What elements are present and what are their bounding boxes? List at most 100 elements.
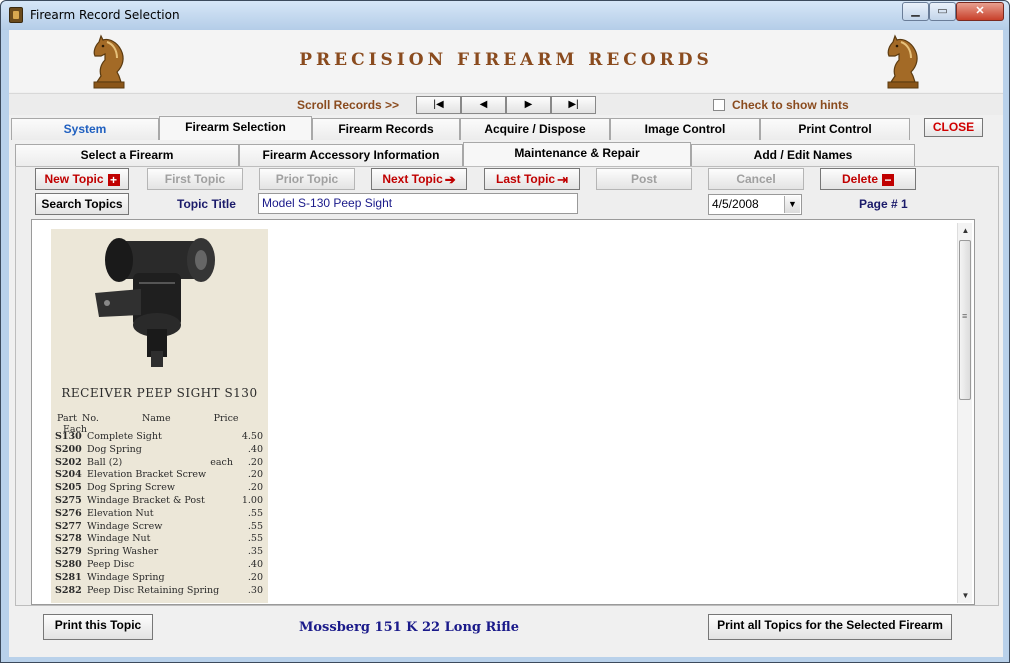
search-topics-button[interactable]: Search Topics: [35, 193, 129, 215]
catalog-row: S280 Peep Disc .40: [55, 559, 263, 571]
catalog-part-number: S280: [55, 559, 82, 570]
delete-button[interactable]: Delete −: [820, 168, 916, 190]
catalog-part-price: .40: [247, 559, 263, 570]
catalog-row: S200 Dog Spring .40: [55, 444, 263, 456]
plus-icon: +: [107, 173, 120, 186]
catalog-part-price: .20: [247, 482, 263, 494]
catalog-part-number: S277: [55, 520, 82, 532]
print-topic-button[interactable]: Print this Topic: [43, 614, 153, 640]
catalog-row: S279 Spring Washer .35: [55, 546, 263, 558]
show-hints-label: Check to show hints: [732, 98, 849, 112]
catalog-row: S202 Ball (2) each .20: [55, 457, 263, 469]
catalog-part-price: 4.50: [241, 431, 263, 442]
title-bar: Firearm Record Selection ▁ ▭ ✕: [1, 1, 1009, 30]
date-select[interactable]: 4/5/2008 ▼: [708, 194, 802, 215]
tab-print-control[interactable]: Print Control: [760, 118, 910, 140]
arrow-to-end-icon: ⇥: [557, 171, 569, 187]
catalog-part-name: Peep Disc: [87, 559, 135, 570]
tab-acquire-dispose[interactable]: Acquire / Dispose: [460, 118, 610, 140]
new-topic-button[interactable]: New Topic +: [35, 168, 129, 190]
catalog-part-name: Windage Nut: [87, 533, 151, 545]
new-topic-label: New Topic: [44, 172, 104, 186]
minus-icon: −: [882, 173, 895, 186]
catalog-row: S282 Peep Disc Retaining Spring .30: [55, 585, 263, 597]
last-topic-button[interactable]: Last Topic ⇥: [484, 168, 580, 190]
catalog-part-name: Dog Spring Screw: [87, 482, 175, 494]
tab-system[interactable]: System: [11, 118, 159, 140]
catalog-part-price: .55: [247, 507, 263, 519]
catalog-part-price: .20: [247, 456, 263, 468]
catalog-part-price: 1.00: [241, 495, 263, 506]
catalog-head-part: Part: [57, 413, 77, 424]
chess-knight-right-icon: [887, 34, 919, 89]
catalog-part-name: Dog Spring: [87, 443, 142, 455]
catalog-part-price: .20: [247, 469, 263, 481]
last-record-button[interactable]: ▶|: [551, 96, 596, 114]
vertical-scrollbar[interactable]: ▲ ▼: [957, 223, 972, 603]
chevron-down-icon[interactable]: ▼: [784, 196, 800, 213]
catalog-part-price: .30: [247, 584, 263, 596]
next-topic-label: Next Topic: [382, 172, 443, 186]
catalog-part-name: Complete Sight: [87, 431, 162, 442]
window-close-button[interactable]: ✕: [956, 2, 1004, 21]
tab-firearm-records[interactable]: Firearm Records: [312, 118, 460, 140]
catalog-part-number: S278: [55, 533, 82, 545]
catalog-part-price: .55: [247, 520, 263, 532]
print-all-topics-button[interactable]: Print all Topics for the Selected Firear…: [708, 614, 952, 640]
catalog-part-price: .55: [247, 533, 263, 545]
window-title: Firearm Record Selection: [30, 8, 180, 22]
tab-maintenance-repair[interactable]: Maintenance & Repair: [463, 142, 691, 166]
catalog-part-number: S205: [55, 482, 82, 494]
catalog-part-number: S281: [55, 571, 82, 583]
minimize-button[interactable]: ▁: [902, 2, 929, 21]
scrollbar-thumb[interactable]: [959, 240, 971, 400]
next-record-button[interactable]: ▶: [506, 96, 551, 114]
catalog-part-name: Spring Washer: [87, 546, 159, 558]
first-record-button[interactable]: |◀: [416, 96, 461, 114]
catalog-page-image: RECEIVER PEEP SIGHT S130 Part No. Name P…: [51, 229, 268, 603]
scroll-down-icon[interactable]: ▼: [958, 588, 973, 603]
arrow-right-icon: ➔: [444, 171, 456, 187]
catalog-row: S275 Windage Bracket & Post 1.00: [55, 495, 263, 507]
delete-label: Delete: [841, 172, 879, 186]
catalog-part-number: S276: [55, 507, 82, 519]
tab-add-edit-names[interactable]: Add / Edit Names: [691, 144, 915, 166]
catalog-part-name: Windage Screw: [87, 520, 163, 532]
catalog-row: S205 Dog Spring Screw .20: [55, 482, 263, 494]
topic-title-input[interactable]: Model S-130 Peep Sight: [258, 193, 578, 214]
post-button[interactable]: Post: [596, 168, 692, 190]
selected-firearm-name: Mossberg 151 K 22 Long Rifle: [299, 620, 519, 635]
application-window: Firearm Record Selection ▁ ▭ ✕ PRECISION…: [0, 0, 1010, 663]
app-icon: [9, 7, 23, 23]
catalog-part-name: Windage Bracket & Post: [87, 495, 205, 506]
catalog-part-price: .35: [247, 546, 263, 558]
tab-firearm-selection[interactable]: Firearm Selection: [159, 116, 312, 140]
prior-record-button[interactable]: ◀: [461, 96, 506, 114]
prior-topic-button[interactable]: Prior Topic: [259, 168, 355, 190]
catalog-part-price: .40: [247, 443, 263, 455]
cancel-button[interactable]: Cancel: [708, 168, 804, 190]
catalog-part-price: .20: [247, 571, 263, 583]
tab-select-firearm[interactable]: Select a Firearm: [15, 144, 239, 166]
scroll-records-bar: Scroll Records >> |◀ ◀ ▶ ▶| Check to sho…: [9, 93, 1003, 115]
catalog-part-name: Windage Spring: [87, 571, 165, 583]
show-hints-checkbox[interactable]: [713, 99, 725, 111]
first-topic-button[interactable]: First Topic: [147, 168, 243, 190]
catalog-head-price: Price: [213, 413, 239, 424]
catalog-part-name: Elevation Bracket Screw: [87, 469, 207, 481]
page-number: Page # 1: [859, 197, 908, 211]
catalog-part-note: each: [210, 456, 233, 468]
maximize-button[interactable]: ▭: [929, 2, 956, 21]
tab-image-control[interactable]: Image Control: [610, 118, 760, 140]
close-button[interactable]: CLOSE: [924, 118, 983, 137]
catalog-part-name: Elevation Nut: [87, 507, 154, 519]
scroll-records-label: Scroll Records >>: [297, 98, 400, 112]
tab-accessory-info[interactable]: Firearm Accessory Information: [239, 144, 463, 166]
header: PRECISION FIREARM RECORDS: [9, 30, 1003, 92]
catalog-row: S278 Windage Nut .55: [55, 533, 263, 545]
catalog-row: S130 Complete Sight 4.50: [55, 431, 263, 443]
next-topic-button[interactable]: Next Topic ➔: [371, 168, 467, 190]
scroll-up-icon[interactable]: ▲: [958, 223, 973, 238]
catalog-row: S276 Elevation Nut .55: [55, 508, 263, 520]
client-area: PRECISION FIREARM RECORDS Scroll Records…: [9, 30, 1003, 657]
